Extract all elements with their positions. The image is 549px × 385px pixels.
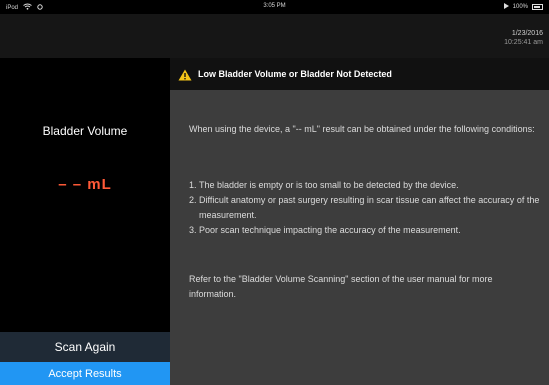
results-panel: Bladder Volume – – mL Scan Again Accept …: [0, 58, 170, 385]
scan-again-button[interactable]: Scan Again: [0, 332, 170, 362]
warning-triangle-icon: [178, 68, 192, 81]
list-item: 1. The bladder is empty or is too small …: [189, 178, 541, 193]
alert-header: Low Bladder Volume or Bladder Not Detect…: [170, 58, 549, 90]
list-item-number: 1.: [189, 180, 197, 190]
list-item-text: Poor scan technique impacting the accura…: [199, 225, 461, 235]
list-item-number: 2.: [189, 195, 197, 205]
list-item-text: The bladder is empty or is too small to …: [199, 180, 459, 190]
header-bar: 1/23/2016 10:25:41 am: [0, 14, 549, 58]
location-icon: [503, 3, 509, 11]
status-bar: iPod 3:05 PM 100%: [0, 0, 549, 14]
header-date: 1/23/2016: [511, 30, 543, 37]
alert-title: Low Bladder Volume or Bladder Not Detect…: [198, 69, 392, 79]
list-item-number: 3.: [189, 225, 197, 235]
bladder-volume-label: Bladder Volume: [42, 124, 128, 138]
alert-intro: When using the device, a "-- mL" result …: [189, 124, 535, 134]
list-item-text: Difficult anatomy or past surgery result…: [199, 195, 540, 220]
conditions-list: 1. The bladder is empty or is too small …: [189, 178, 541, 238]
header-time: 10:25:41 am: [504, 39, 543, 46]
battery-icon: [532, 4, 543, 10]
list-item: 2. Difficult anatomy or past surgery res…: [189, 193, 541, 223]
status-time: 3:05 PM: [263, 3, 286, 9]
list-item: 3. Poor scan technique impacting the acc…: [189, 223, 541, 238]
bladder-volume-value: – – mL: [58, 176, 112, 193]
accept-results-button[interactable]: Accept Results: [0, 362, 170, 385]
status-right: 100%: [503, 3, 543, 11]
header-datetime: 1/23/2016 10:25:41 am: [504, 29, 543, 47]
alert-panel: Low Bladder Volume or Bladder Not Detect…: [170, 58, 549, 385]
battery-percent: 100%: [512, 4, 528, 10]
alert-footer: Refer to the "Bladder Volume Scanning" s…: [189, 274, 493, 299]
